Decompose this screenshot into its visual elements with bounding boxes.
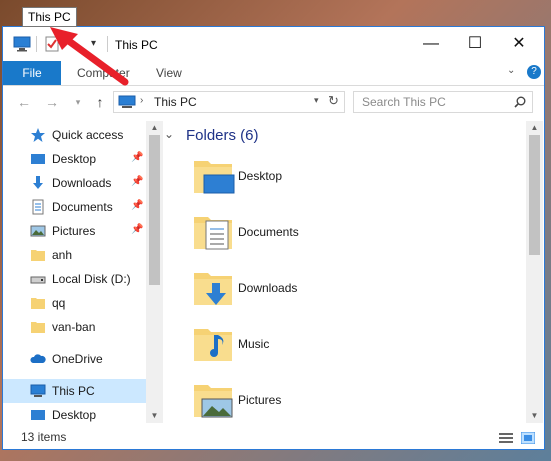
pin-icon[interactable]: 📌	[131, 152, 143, 163]
star-icon	[31, 128, 45, 142]
recent-locations-dropdown[interactable]: ▾	[69, 93, 87, 111]
pictures-folder-icon	[194, 385, 233, 418]
downloads-folder-icon	[194, 273, 232, 305]
close-button[interactable]: ✕	[497, 31, 541, 57]
desktop-icon	[31, 154, 45, 164]
forward-button[interactable]: →	[43, 93, 61, 111]
scroll-up-icon[interactable]: ▲	[146, 121, 163, 135]
search-placeholder: Search This PC	[362, 95, 446, 109]
folder-music[interactable]: Music	[192, 323, 492, 371]
nav-item-anh[interactable]: anh	[3, 243, 146, 267]
search-icon[interactable]	[514, 96, 526, 108]
folders-group-header[interactable]: Folders (6)	[186, 127, 259, 144]
title-bar: ▾ This PC — ☐ ✕	[3, 27, 544, 61]
pin-icon[interactable]: 📌	[131, 200, 143, 211]
folder-documents[interactable]: Documents	[192, 211, 492, 259]
breadcrumb-this-pc[interactable]: This PC	[154, 95, 197, 109]
status-bar: 13 items	[3, 427, 544, 449]
computer-icon	[118, 95, 136, 108]
nav-item-desktop[interactable]: Desktop 📌	[3, 147, 146, 171]
search-input[interactable]: Search This PC	[353, 91, 533, 113]
pictures-icon	[30, 225, 46, 237]
help-icon[interactable]: ?	[527, 65, 541, 79]
scroll-thumb[interactable]	[149, 135, 160, 285]
explorer-window: ▾ This PC — ☐ ✕ File Computer View ⌄ ? ←…	[2, 26, 545, 450]
drive-icon	[30, 276, 46, 284]
pin-icon[interactable]: 📌	[131, 176, 143, 187]
tab-file[interactable]: File	[3, 61, 61, 85]
desktop-icon	[31, 410, 45, 420]
navigation-bar: ← → ▾ ↑ › This PC ▾ ↻ Search This PC	[3, 87, 544, 117]
nav-item-local-disk-d[interactable]: Local Disk (D:)	[3, 267, 146, 291]
nav-item-onedrive[interactable]: OneDrive	[3, 347, 146, 371]
scroll-down-icon[interactable]: ▼	[146, 409, 163, 423]
nav-item-qq[interactable]: qq	[3, 291, 146, 315]
tab-computer[interactable]: Computer	[77, 61, 130, 85]
scroll-down-icon[interactable]: ▼	[526, 409, 543, 423]
tab-view[interactable]: View	[156, 61, 182, 85]
item-count: 13 items	[21, 430, 67, 444]
nav-item-downloads[interactable]: Downloads 📌	[3, 171, 146, 195]
address-dropdown-icon[interactable]: ▾	[314, 95, 319, 106]
nav-item-this-pc[interactable]: This PC	[3, 379, 146, 403]
nav-item-quick-access[interactable]: Quick access	[3, 123, 146, 147]
up-button[interactable]: ↑	[91, 93, 109, 111]
folder-desktop[interactable]: Desktop	[192, 155, 492, 203]
address-bar[interactable]: › This PC ▾ ↻	[113, 91, 345, 113]
scroll-up-icon[interactable]: ▲	[526, 121, 543, 135]
documents-icon	[32, 199, 44, 215]
documents-folder-icon	[194, 217, 232, 250]
maximize-button[interactable]: ☐	[453, 31, 497, 57]
computer-icon	[30, 384, 46, 397]
properties-icon[interactable]	[43, 36, 61, 52]
folder-icon	[31, 322, 45, 333]
breadcrumb-chevron-icon: ›	[140, 95, 144, 106]
collapse-group-icon[interactable]: ⌄	[164, 127, 174, 141]
desktop-folder-icon	[194, 161, 235, 194]
nav-item-documents[interactable]: Documents 📌	[3, 195, 146, 219]
nav-item-van-ban[interactable]: van-ban	[3, 315, 146, 339]
minimize-button[interactable]: —	[409, 31, 453, 57]
cloud-icon	[30, 354, 46, 363]
folder-pictures[interactable]: Pictures	[192, 379, 492, 423]
ribbon-expand-icon[interactable]: ⌄	[507, 65, 515, 76]
pin-icon[interactable]: 📌	[131, 224, 143, 235]
title-tooltip: This PC	[22, 7, 77, 27]
content-scrollbar[interactable]: ▲ ▼	[526, 121, 543, 423]
large-icons-view-icon[interactable]	[521, 432, 535, 444]
ribbon-tabs: File Computer View ⌄ ?	[3, 61, 544, 86]
folder-downloads[interactable]: Downloads	[192, 267, 492, 315]
details-view-icon[interactable]	[499, 432, 513, 444]
back-button[interactable]: ←	[15, 93, 33, 111]
content-pane: ⌄ Folders (6) Desktop Documents Download…	[164, 121, 526, 423]
music-folder-icon	[194, 329, 232, 361]
scroll-thumb[interactable]	[529, 135, 540, 255]
nav-pane-scrollbar[interactable]: ▲ ▼	[146, 121, 163, 423]
nav-item-desktop-2[interactable]: Desktop	[3, 403, 146, 423]
folder-icon	[31, 250, 45, 261]
folder-icon	[31, 298, 45, 309]
computer-icon[interactable]	[13, 36, 31, 52]
refresh-icon[interactable]: ↻	[328, 93, 339, 109]
window-title: This PC	[115, 38, 158, 52]
download-icon	[33, 176, 43, 189]
nav-item-pictures[interactable]: Pictures 📌	[3, 219, 146, 243]
navigation-pane: Quick access Desktop 📌 Downloads 📌 Docum…	[3, 121, 146, 423]
